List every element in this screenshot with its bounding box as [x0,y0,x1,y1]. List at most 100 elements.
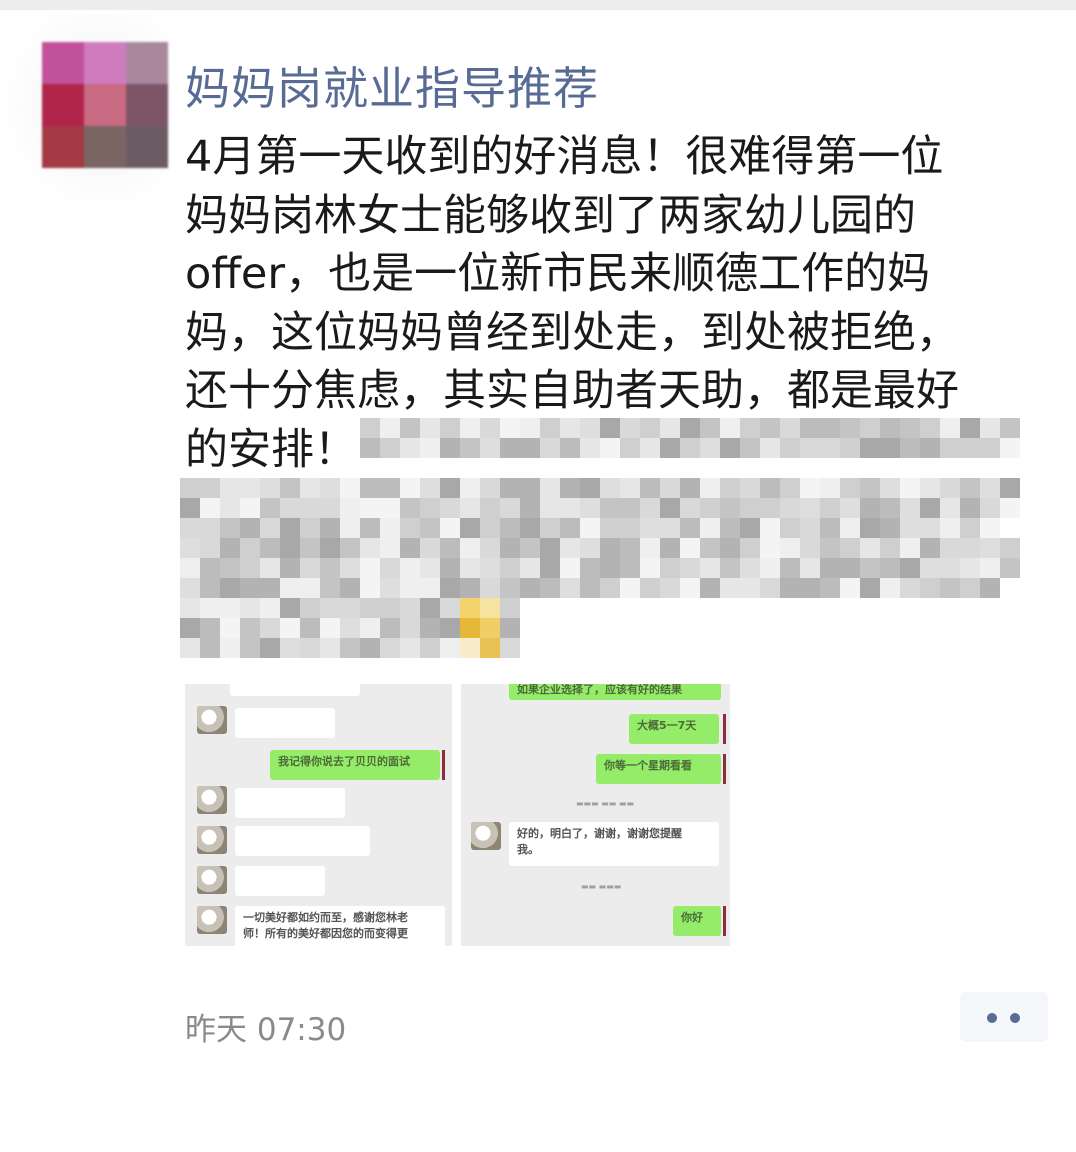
chat-bubble: 一切美好都如约而至，感谢您林老 师！所有的美好都因您的而变得更 [235,906,445,946]
mosaic-cell [340,618,360,638]
mosaic-cell [860,418,880,438]
mosaic-cell [260,578,280,598]
mosaic-cell [460,578,480,598]
mosaic-cell [460,538,480,558]
mosaic-cell [640,538,660,558]
mosaic-cell [700,558,720,578]
top-bar [0,0,1076,10]
mosaic-cell [900,538,920,558]
chat-avatar-icon [197,906,227,934]
mosaic-cell [860,478,880,498]
mosaic-cell [220,578,240,598]
mosaic-cell [500,558,520,578]
chat-screenshot-image[interactable]: 我记得你说去了贝贝的面试 一切美好都如约而至，感谢您林老 师！所有的美好都因您的… [185,684,452,946]
mosaic-cell [200,538,220,558]
mosaic-cell [440,578,460,598]
mosaic-cell [700,438,720,458]
mosaic-cell [180,498,200,518]
mosaic-cell [240,598,260,618]
emoji-icon [460,618,480,638]
mosaic-cell [420,438,440,458]
mosaic-cell [480,498,500,518]
mosaic-cell [440,618,460,638]
chat-avatar-icon [471,822,501,850]
accent-mark [723,754,726,784]
mosaic-cell [520,438,540,458]
mosaic-cell [840,558,860,578]
mosaic-cell [400,438,420,458]
mosaic-cell [660,518,680,538]
mosaic-cell [600,578,620,598]
mosaic-cell [820,418,840,438]
mosaic-cell [480,578,500,598]
mosaic-cell [880,478,900,498]
mosaic-cell [740,478,760,498]
emoji-icon [480,598,500,618]
mosaic-cell [800,518,820,538]
post-line: 4月第一天收到的好消息！很难得第一位 [185,132,944,182]
mosaic-cell [540,418,560,438]
mosaic-cell [820,558,840,578]
mosaic-cell [580,478,600,498]
mosaic-cell [680,538,700,558]
mosaic-cell [700,498,720,518]
mosaic-cell [600,478,620,498]
mosaic-cell [420,498,440,518]
mosaic-cell [520,558,540,578]
more-button[interactable] [960,992,1048,1042]
mosaic-cell [960,558,980,578]
mosaic-cell [460,518,480,538]
mosaic-cell [520,538,540,558]
mosaic-cell [240,538,260,558]
post-line: offer，也是一位新市民来顺德工作的妈 [185,249,931,299]
mosaic-cell [540,498,560,518]
mosaic-cell [760,538,780,558]
mosaic-cell [980,518,1000,538]
mosaic-cell [380,578,400,598]
mosaic-cell [400,578,420,598]
mosaic-cell [440,598,460,618]
mosaic-cell [820,578,840,598]
mosaic-cell [740,558,760,578]
chat-avatar-icon [197,866,227,894]
mosaic-cell [400,598,420,618]
mosaic-cell [240,478,260,498]
mosaic-cell [440,418,460,438]
voice-bubble [235,788,345,818]
mosaic-cell [380,478,400,498]
mosaic-cell [660,498,680,518]
mosaic-cell [760,558,780,578]
mosaic-cell [420,558,440,578]
pixelated-text-region [180,418,1020,662]
chat-screenshot-image[interactable]: 如果企业选择了，应该有好的结果 大概5一7天 你等一个星期看看 ▬▬▬ ▬▬ ▬… [461,684,730,946]
avatar[interactable] [42,42,168,168]
emoji-icon [480,638,500,658]
mosaic-cell [880,438,900,458]
mosaic-cell [480,558,500,578]
mosaic-cell [400,518,420,538]
mosaic-cell [260,498,280,518]
avatar-tile [84,84,126,126]
mosaic-cell [380,498,400,518]
mosaic-cell [460,438,480,458]
accent-mark [723,906,726,936]
mosaic-cell [660,418,680,438]
mosaic-cell [320,498,340,518]
mosaic-cell [380,438,400,458]
mosaic-cell [720,418,740,438]
mosaic-cell [660,538,680,558]
mosaic-cell [240,498,260,518]
mosaic-cell [760,518,780,538]
mosaic-cell [880,538,900,558]
mosaic-cell [740,538,760,558]
chat-bubble: 你好 [673,906,721,936]
mosaic-cell [440,518,460,538]
mosaic-cell [680,418,700,438]
author-name[interactable]: 妈妈岗就业指导推荐 [185,52,599,117]
mosaic-cell [320,578,340,598]
chat-bubble: 大概5一7天 [629,714,719,744]
mosaic-cell [520,518,540,538]
mosaic-cell [640,558,660,578]
mosaic-cell [380,598,400,618]
mosaic-cell [260,518,280,538]
